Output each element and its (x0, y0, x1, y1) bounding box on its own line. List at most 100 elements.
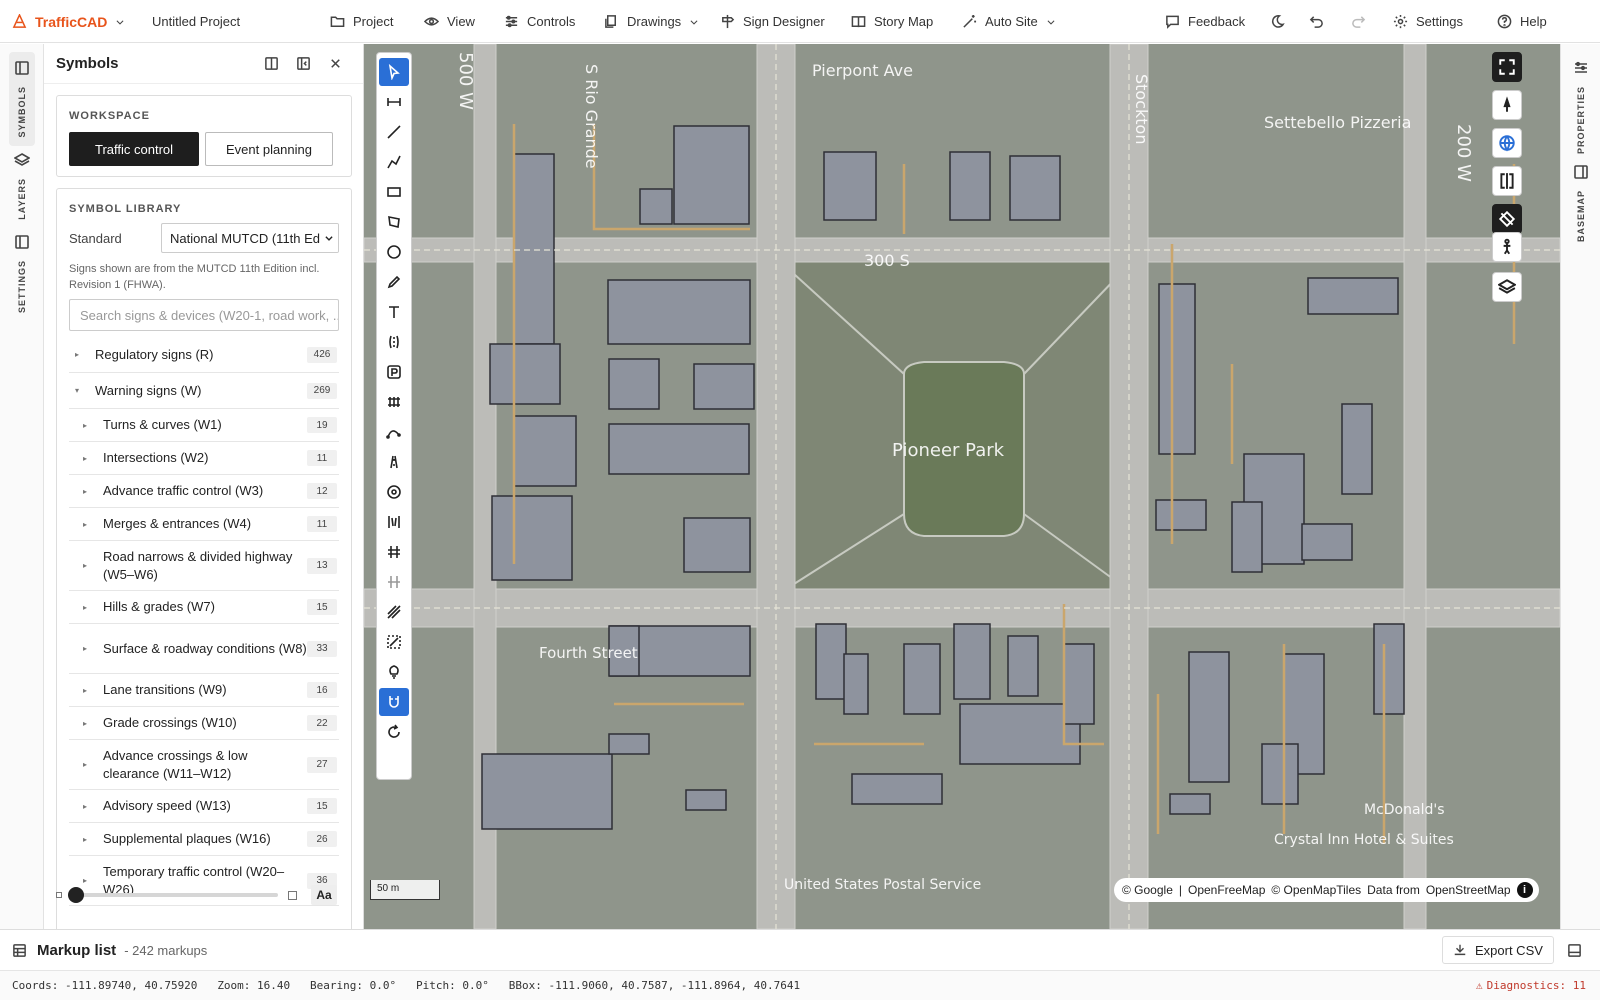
diagnostics-indicator[interactable]: ⚠ Diagnostics: 11 (1476, 979, 1586, 992)
tree-subgroup[interactable]: ▸ Advance traffic control (W3) 12 (69, 475, 339, 508)
settings-button[interactable]: Settings (1393, 0, 1463, 43)
compass-button[interactable] (1492, 90, 1522, 120)
panel-icon (15, 61, 29, 75)
toggle-panel-icon[interactable] (1567, 943, 1582, 958)
tree-subgroup[interactable]: ▸ Intersections (W2) 11 (69, 442, 339, 475)
map-label-park: Pioneer Park (892, 440, 1005, 461)
tree-subgroup[interactable]: ▸ Turns & curves (W1) 19 (69, 409, 339, 442)
large-size-icon (288, 890, 297, 900)
map-label-hotel: Crystal Inn Hotel & Suites (1274, 832, 1454, 848)
tree-label: Lane transitions (W9) (103, 682, 227, 697)
fullscreen-button[interactable] (1492, 52, 1522, 82)
theme-toggle-button[interactable] (1270, 0, 1285, 43)
chevron-down-icon (1047, 19, 1055, 25)
export-csv-button[interactable]: Export CSV (1442, 936, 1554, 964)
info-icon[interactable]: i (1516, 882, 1533, 898)
menu-drawings[interactable]: Drawings (604, 0, 699, 43)
close-panel-button[interactable] (319, 56, 351, 71)
tree-subgroup[interactable]: ▸ Advance crossings & low clearance (W11–… (69, 740, 339, 790)
taper-tool[interactable] (379, 448, 409, 476)
map-layers-button[interactable] (1492, 272, 1522, 302)
help-button[interactable]: Help (1497, 0, 1547, 43)
tree-subgroup[interactable]: ▸ Surface & roadway conditions (W8) 33 (69, 624, 339, 674)
workspace-option-event[interactable]: Event planning (205, 132, 333, 166)
collapse-panel-button[interactable] (287, 56, 319, 71)
polyline-tool[interactable] (379, 148, 409, 176)
project-name[interactable]: Untitled Project (152, 0, 240, 43)
tree-subgroup[interactable]: ▸ Road narrows & divided highway (W5–W6) 1… (69, 541, 339, 591)
select-tool[interactable] (379, 58, 409, 86)
rail-tab-properties[interactable]: PROPERTIES (1568, 52, 1594, 162)
app-menu[interactable]: TrafficCAD (12, 0, 125, 43)
bulb-icon (389, 665, 399, 679)
area-tool[interactable] (379, 628, 409, 656)
line-tool[interactable] (379, 118, 409, 146)
crosswalk-tool[interactable] (379, 388, 409, 416)
menu-sign-designer[interactable]: Sign Designer (720, 0, 825, 43)
feedback-button[interactable]: Feedback (1165, 0, 1245, 43)
download-icon (1454, 944, 1466, 956)
tree-subgroup[interactable]: ▸ Hills & grades (W7) 15 (69, 591, 339, 624)
rail-tab-basemap[interactable]: BASEMAP (1568, 156, 1594, 250)
lane-tool[interactable] (379, 328, 409, 356)
undo-button[interactable] (1309, 0, 1324, 43)
dimension-tool[interactable] (379, 88, 409, 116)
attribution-openfreemap[interactable]: OpenFreeMap (1188, 883, 1265, 897)
rotate-tool[interactable] (379, 718, 409, 746)
hatch-icon (387, 605, 401, 619)
split-view-button[interactable] (1492, 166, 1522, 196)
workspace-option-traffic[interactable]: Traffic control (69, 132, 199, 166)
tree-subgroup[interactable]: ▸ Grade crossings (W10) 22 (69, 707, 339, 740)
slider-handle[interactable] (68, 887, 84, 903)
layer-toggle-button[interactable] (1492, 204, 1522, 234)
circle-tool[interactable] (379, 238, 409, 266)
attribution-google[interactable]: © Google (1122, 883, 1173, 897)
tree-subgroup[interactable]: ▸ Lane transitions (W9) 16 (69, 674, 339, 707)
tree-label: Turns & curves (W1) (103, 417, 222, 432)
map-canvas[interactable]: Pioneer Park Pierpont Ave Settebello Piz… (364, 44, 1560, 929)
parking-tool[interactable] (379, 358, 409, 386)
tree-label: Road narrows & divided highway (W5–W6) (103, 548, 293, 582)
rail-tab-symbols[interactable]: SYMBOLS (9, 52, 35, 146)
globe-button[interactable] (1492, 128, 1522, 158)
point-tool[interactable] (379, 478, 409, 506)
menu-story-map[interactable]: Story Map (851, 0, 933, 43)
tree-group[interactable]: ▸ Regulatory signs (R) 426 (69, 337, 339, 373)
font-size-button[interactable]: Aa (311, 885, 337, 905)
rectangle-tool[interactable] (379, 178, 409, 206)
menu-view[interactable]: View (424, 0, 475, 43)
text-tool[interactable] (379, 298, 409, 326)
tree-label: Advance crossings & low clearance (W11–W… (103, 747, 248, 781)
rail-tab-settings[interactable]: SETTINGS (9, 226, 35, 321)
dock-panel-button[interactable] (255, 56, 287, 71)
redo-button[interactable] (1351, 0, 1366, 43)
count-badge: 16 (307, 682, 337, 698)
curve-tool[interactable] (379, 418, 409, 446)
undo-icon (1309, 16, 1323, 28)
street-view-button[interactable] (1492, 232, 1522, 262)
markup-list-title[interactable]: Markup list (37, 942, 116, 959)
snap-tool[interactable] (379, 688, 409, 716)
tree-subgroup[interactable]: ▸ Advisory speed (W13) 15 (69, 790, 339, 823)
dimension-icon (387, 98, 401, 106)
menu-auto-site[interactable]: Auto Site (962, 0, 1056, 43)
symbol-search-input[interactable]: Search signs & devices (W20-1, road work… (69, 299, 339, 331)
rail-tab-layers[interactable]: LAYERS (9, 144, 35, 228)
attribution-osm[interactable]: OpenStreetMap (1426, 883, 1511, 897)
menu-controls[interactable]: Controls (504, 0, 575, 43)
standard-select[interactable]: National MUTCD (11th Edition) (161, 223, 339, 253)
channelizer-tool[interactable] (379, 508, 409, 536)
tree-group[interactable]: ▾ Warning signs (W) 269 (69, 373, 339, 409)
app-name: TrafficCAD (35, 13, 108, 30)
attribution-openmaptiles[interactable]: © OpenMapTiles (1271, 883, 1361, 897)
hatch-tool[interactable] (379, 598, 409, 626)
polygon-tool[interactable] (379, 208, 409, 236)
size-slider[interactable] (68, 887, 278, 903)
detour-tool[interactable] (379, 568, 409, 596)
marker-tool[interactable] (379, 658, 409, 686)
tree-subgroup[interactable]: ▸ Merges & entrances (W4) 11 (69, 508, 339, 541)
tree-subgroup[interactable]: ▸ Supplemental plaques (W16) 26 (69, 823, 339, 856)
menu-project[interactable]: Project (330, 0, 393, 43)
barrier-tool[interactable] (379, 538, 409, 566)
pencil-tool[interactable] (379, 268, 409, 296)
